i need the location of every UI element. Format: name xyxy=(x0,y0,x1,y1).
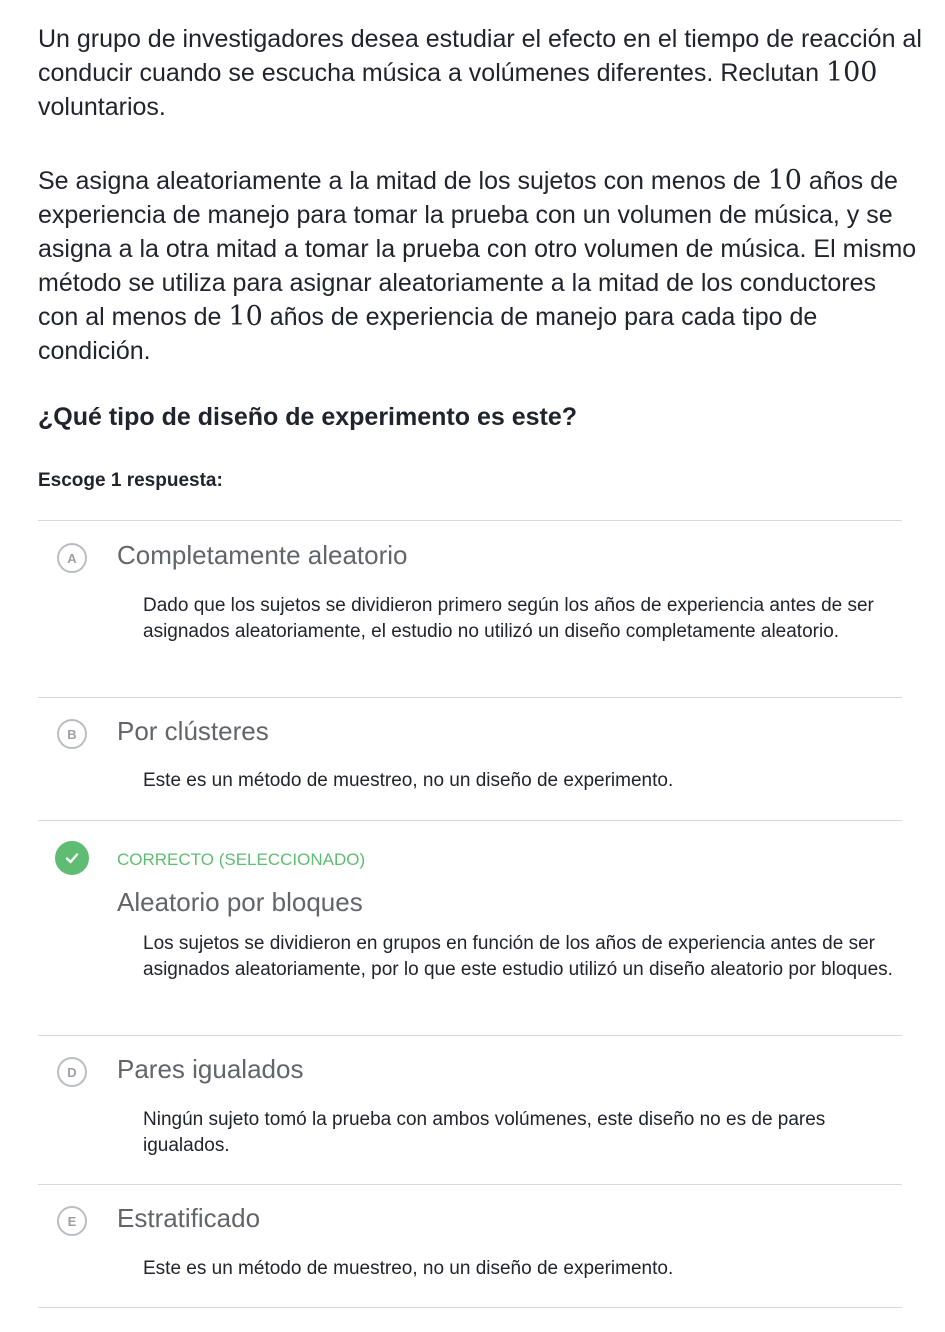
choice-rationale: Este es un método de muestreo, no un dis… xyxy=(143,1258,674,1279)
choice-rationale: Este es un método de muestreo, no un dis… xyxy=(143,770,674,791)
check-icon[interactable] xyxy=(55,841,89,875)
prompt-text: Un grupo de investigadores desea estudia… xyxy=(38,25,922,87)
choice-rationale: Los sujetos se dividieron en grupos en f… xyxy=(143,933,893,980)
prompt-paragraph-1: Un grupo de investigadores desea estudia… xyxy=(38,22,923,124)
check-mark xyxy=(65,853,79,864)
divider xyxy=(38,697,902,698)
math-number: 100 xyxy=(825,57,878,88)
divider xyxy=(38,1035,902,1036)
choice-label[interactable]: Estratificado xyxy=(117,1203,260,1234)
choice-label[interactable]: Completamente aleatorio xyxy=(117,540,408,571)
divider xyxy=(38,820,902,821)
choice-letter-bubble[interactable]: E xyxy=(57,1206,87,1236)
choose-label: Escoge 1 respuesta: xyxy=(38,470,223,491)
choice-rationale: Dado que los sujetos se dividieron prime… xyxy=(143,595,874,642)
choice-label[interactable]: Por clústeres xyxy=(117,716,269,747)
choice-label[interactable]: Pares igualados xyxy=(117,1054,303,1085)
exercise-page: Un grupo de investigadores desea estudia… xyxy=(0,0,945,1332)
choice-letter-bubble[interactable]: D xyxy=(57,1057,87,1087)
status-badge: CORRECTO (SELECCIONADO) xyxy=(117,850,366,869)
choice-letter-bubble[interactable]: A xyxy=(57,543,87,573)
divider xyxy=(38,520,902,521)
question-title: ¿Qué tipo de diseño de experimento es es… xyxy=(38,403,578,431)
math-number: 10 xyxy=(767,165,802,196)
prompt-paragraph-2: Se asigna aleatoriamente a la mitad de l… xyxy=(38,164,923,368)
divider xyxy=(38,1307,902,1308)
prompt-text: voluntarios. xyxy=(38,93,166,121)
divider xyxy=(38,1184,902,1185)
prompt-text: Se asigna aleatoriamente a la mitad de l… xyxy=(38,167,768,195)
choice-letter-bubble[interactable]: B xyxy=(57,719,87,749)
choice-rationale: Ningún sujeto tomó la prueba con ambos v… xyxy=(143,1109,826,1156)
choice-label[interactable]: Aleatorio por bloques xyxy=(117,887,363,918)
math-number: 10 xyxy=(228,301,263,332)
